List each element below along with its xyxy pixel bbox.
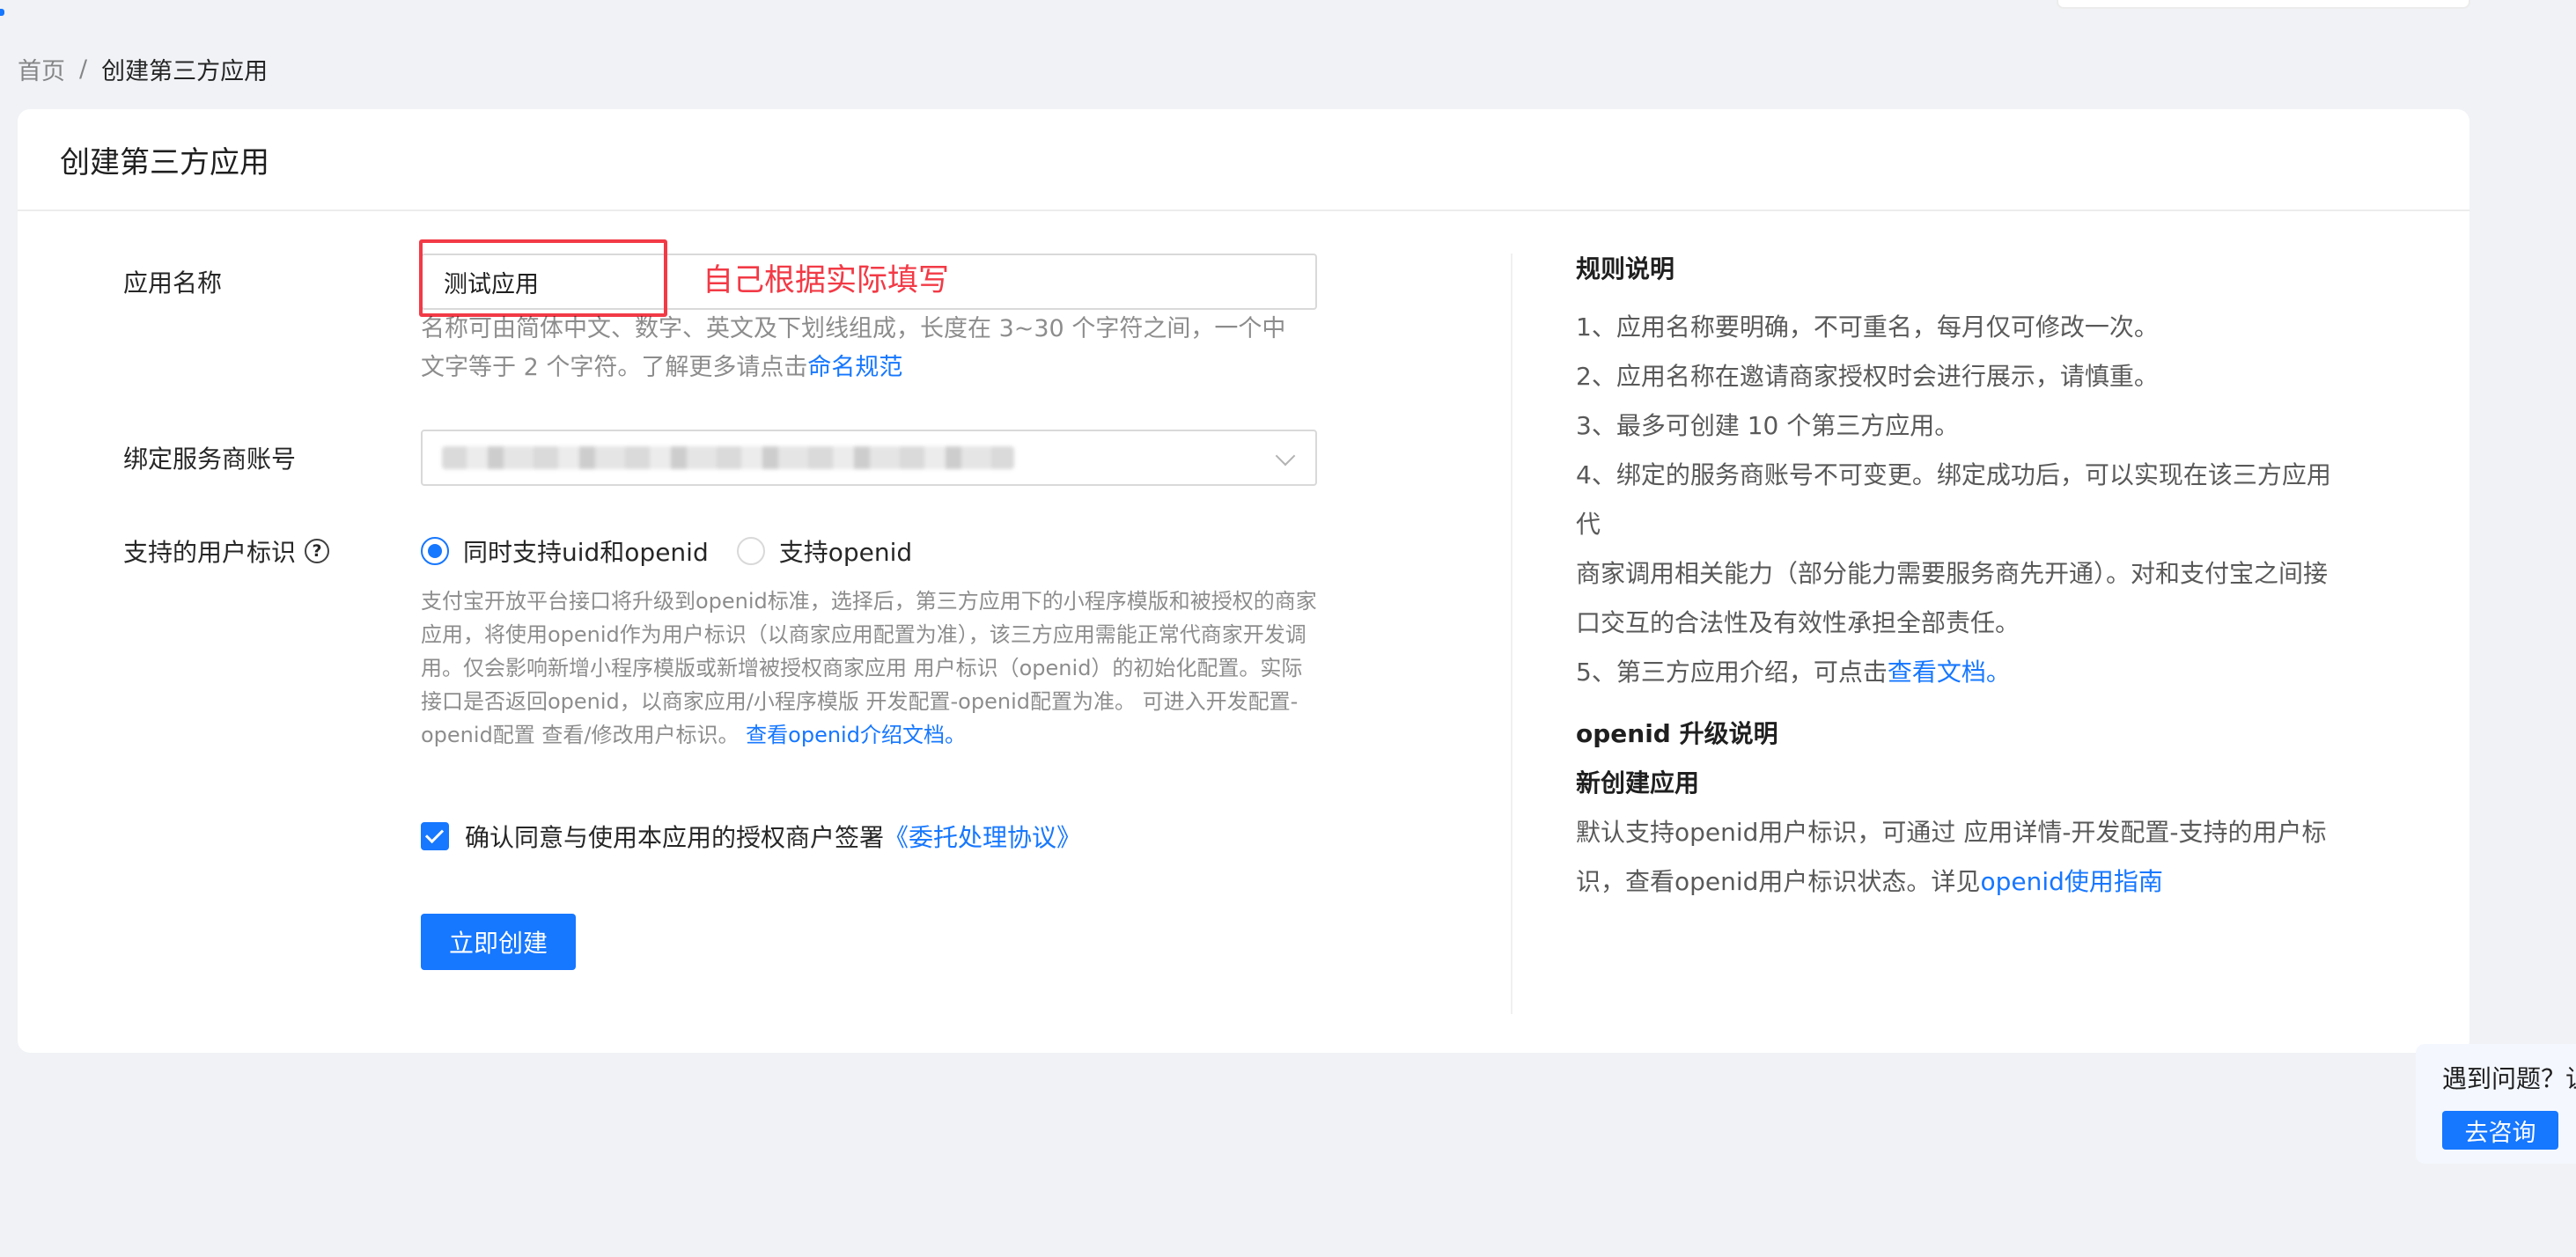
openid-intro-doc-link[interactable]: 查看openid介绍文档。 [746, 723, 966, 747]
user-id-note: 支付宝开放平台接口将升级到openid标准，选择后，第三方应用下的小程序模版和被… [421, 584, 1336, 752]
rule-item-5-text: 5、第三方应用介绍，可点击 [1576, 658, 1888, 687]
openid-desc-line1: 默认支持openid用户标识，可通过 应用详情-开发配置-支持的用户标 [1576, 818, 2327, 847]
agreement-checkbox[interactable] [421, 822, 449, 850]
rules-list: 1、应用名称要明确，不可重名，每月仅可修改一次。 2、应用名称在邀请商家授权时会… [1576, 303, 2351, 697]
user-id-note-line1: 支付宝开放平台接口将升级到openid标准，选择后，第三方应用下的小程序模版和被… [421, 589, 1317, 614]
rule-item-5: 5、第三方应用介绍，可点击查看文档。 [1576, 648, 2351, 697]
rule-item-4-line2: 商家调用相关能力（部分能力需要服务商先开通）。对和支付宝之间接 [1576, 559, 2329, 588]
page: 首页 / 创建第三方应用 创建第三方应用 应用名称 测试应用 自己根据实际填写 … [0, 0, 2576, 1257]
top-search-widget[interactable] [2057, 0, 2470, 9]
app-name-hint: 名称可由简体中文、数字、英文及下划线组成，长度在 3~30 个字符之间，一个中 … [421, 310, 1328, 387]
floating-help-text: 遇到问题？让 [2442, 1064, 2576, 1093]
consult-button[interactable]: 去咨询 [2442, 1111, 2558, 1150]
user-id-note-line3: 用。仅会影响新增小程序模版或新增被授权商家应用 用户标识（openid）的初始化… [421, 656, 1303, 680]
rules-title: 规则说明 [1576, 254, 1675, 283]
card-header: 创建第三方应用 [18, 109, 2469, 211]
radio-checked-indicator [421, 537, 449, 565]
annotation-text: 自己根据实际填写 [703, 263, 950, 298]
vertical-divider [1511, 254, 1512, 1014]
chevron-down-icon [1275, 445, 1296, 467]
radio-unchecked-indicator [736, 537, 765, 565]
service-account-select[interactable] [421, 430, 1317, 486]
radio-openid-only[interactable]: 支持openid [736, 533, 913, 569]
rule-item-2: 2、应用名称在邀请商家授权时会进行展示，请慎重。 [1576, 362, 2159, 391]
user-id-note-line4: 接口是否返回openid，以商家应用/小程序模版 开发配置-openid配置为准… [421, 689, 1299, 714]
breadcrumb: 首页 / 创建第三方应用 [18, 53, 268, 85]
radio-uid-and-openid[interactable]: 同时支持uid和openid [421, 533, 709, 569]
breadcrumb-current: 创建第三方应用 [101, 57, 269, 85]
app-name-hint-text: 文字等于 2 个字符。了解更多请点击 [421, 354, 808, 381]
create-now-button[interactable]: 立即创建 [421, 914, 576, 970]
user-id-note-line2: 应用，将使用openid作为用户标识（以商家应用配置为准），该三方应用需能正常代… [421, 622, 1306, 647]
view-docs-link[interactable]: 查看文档。 [1888, 658, 2011, 687]
blurred-account-value [442, 446, 1014, 469]
rule-item-4-line3: 口交互的合法性及有效性承担全部责任。 [1576, 608, 2020, 637]
rule-item-1: 1、应用名称要明确，不可重名，每月仅可修改一次。 [1576, 312, 2159, 342]
create-app-card: 创建第三方应用 应用名称 测试应用 自己根据实际填写 名称可由简体中文、数字、英… [18, 109, 2469, 1053]
user-id-label: 支持的用户标识 ? [123, 533, 330, 569]
corner-indicator [0, 9, 4, 16]
service-account-label: 绑定服务商账号 [123, 445, 297, 474]
question-circle-icon[interactable]: ? [305, 539, 330, 563]
app-name-hint-line1: 名称可由简体中文、数字、英文及下划线组成，长度在 3~30 个字符之间，一个中 [421, 315, 1286, 342]
openid-desc-text2: 识，查看openid用户标识状态。详见 [1576, 867, 1981, 896]
app-name-label: 应用名称 [123, 268, 223, 298]
agreement-text: 确认同意与使用本应用的授权商户签署 [465, 823, 885, 852]
openid-upgrade-section: openid 升级说明 新创建应用 默认支持openid用户标识，可通过 应用详… [1576, 709, 2351, 907]
openid-upgrade-title: openid 升级说明 [1576, 719, 1778, 748]
radio-openid-only-label: 支持openid [778, 538, 913, 567]
openid-desc: 默认支持openid用户标识，可通过 应用详情-开发配置-支持的用户标 识，查看… [1576, 808, 2351, 907]
floating-help-widget: 遇到问题？让 去咨询 [2416, 1044, 2576, 1164]
user-id-label-text: 支持的用户标识 [123, 538, 297, 567]
agreement-checkbox-row[interactable]: 确认同意与使用本应用的授权商户签署 《委托处理协议》 [421, 819, 1081, 854]
agreement-link[interactable]: 《委托处理协议》 [884, 819, 1081, 854]
create-app-form: 应用名称 测试应用 自己根据实际填写 名称可由简体中文、数字、英文及下划线组成，… [18, 211, 1514, 1053]
rules-panel: 规则说明 1、应用名称要明确，不可重名，每月仅可修改一次。 2、应用名称在邀请商… [1576, 250, 2351, 907]
radio-uid-and-openid-label: 同时支持uid和openid [463, 538, 709, 567]
app-name-hint-line2: 文字等于 2 个字符。了解更多请点击命名规范 [421, 349, 1328, 387]
breadcrumb-separator: / [79, 55, 88, 83]
user-id-note-text5: openid配置 查看/修改用户标识。 [421, 723, 740, 747]
naming-rules-link[interactable]: 命名规范 [807, 354, 902, 381]
user-id-note-line5: openid配置 查看/修改用户标识。 查看openid介绍文档。 [421, 718, 1336, 752]
user-id-radio-group: 同时支持uid和openid 支持openid [421, 533, 940, 569]
page-title: 创建第三方应用 [60, 144, 269, 180]
rule-item-3: 3、最多可创建 10 个第三方应用。 [1576, 411, 1960, 440]
new-app-title: 新创建应用 [1576, 768, 1700, 798]
rule-item-4-line1: 4、绑定的服务商账号不可变更。绑定成功后，可以实现在该三方应用代 [1576, 460, 2331, 539]
openid-desc-line2: 识，查看openid用户标识状态。详见openid使用指南 [1576, 857, 2351, 907]
openid-guide-link[interactable]: openid使用指南 [1980, 867, 2162, 896]
breadcrumb-home-link[interactable]: 首页 [18, 52, 65, 86]
app-name-value: 测试应用 [444, 270, 539, 298]
